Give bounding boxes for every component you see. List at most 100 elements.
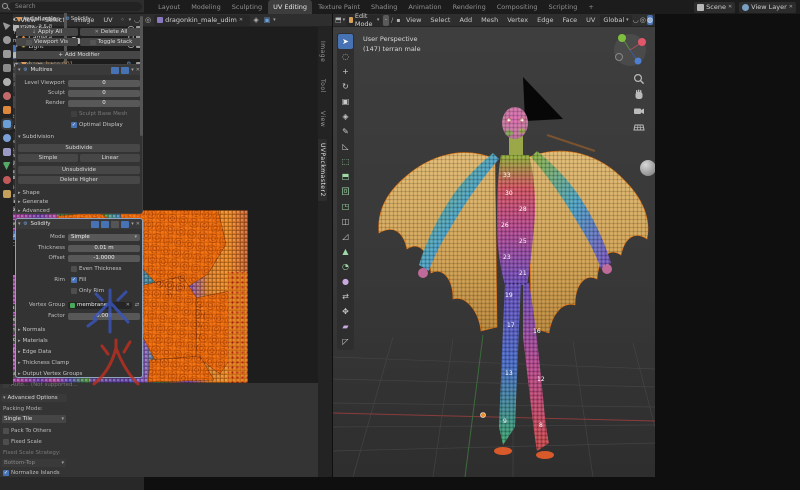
advanced-options-header[interactable]: ▾Advanced Options [1,394,67,402]
unlink-scene-icon[interactable]: ✕ [728,5,732,10]
subdivide-button[interactable]: Subdivide [18,144,140,152]
tab-modifiers[interactable] [3,120,11,128]
vp-menu-vertex[interactable]: Vertex [503,16,532,24]
image-datablock-selector[interactable]: dragonkin_male_udim ✕ [154,15,250,26]
spin-tool[interactable]: ◔ [338,259,353,274]
multires-header[interactable]: ▾ ⚙ Multires ▾ ✕ [16,65,142,75]
sidebar-tab-image[interactable]: Image [318,37,327,66]
workspace-tab-modeling[interactable]: Modeling [186,0,226,14]
perspective-toggle-icon[interactable] [633,121,645,133]
normals-section[interactable]: ▸Normals [18,326,140,334]
proportional-editing-icon[interactable]: ◎ [143,15,153,25]
properties-scrollbar[interactable] [140,16,143,136]
only-rim-checkbox[interactable]: Only Rim [68,288,104,294]
vp-menu-uv[interactable]: UV [582,16,599,24]
edge-slide-tool[interactable]: ⇄ [338,289,353,304]
subdivide-simple-button[interactable]: Simple [18,154,78,162]
packing-mode-dropdown[interactable]: Single Tile▾ [2,415,66,423]
poly-build-tool[interactable]: ▲ [338,244,353,259]
render-level-field[interactable]: 0 [68,100,140,107]
extras-menu-icon[interactable]: ▾ [131,68,134,73]
rip-region-tool[interactable]: ◸ [338,334,353,349]
display-viewport-toggle[interactable] [111,67,119,74]
transform-tool[interactable]: ◈ [338,109,353,124]
vertex-group-field[interactable]: membrane ✕ [68,302,132,309]
tab-output[interactable] [3,50,11,58]
cursor-tool[interactable]: ◌ [338,49,353,64]
realtime-toggle[interactable] [101,221,109,228]
tab-physics[interactable] [3,134,11,142]
zoom-icon[interactable] [633,73,645,85]
offset-field[interactable]: -1.0000 [68,255,140,262]
breadcrumb-object[interactable]: terran male [24,16,56,22]
vp-menu-edge[interactable]: Edge [533,16,557,24]
shape-section[interactable]: ▸Shape [18,189,140,197]
thickness-field[interactable]: 0.01 m [68,245,140,252]
workspace-tab-uv-editing[interactable]: UV Editing [268,0,312,14]
invert-vertex-group-icon[interactable]: ⇄ [134,302,140,308]
pack-to-others-checkbox[interactable]: Pack To Others [0,428,51,434]
display-viewport-toggle[interactable] [111,221,119,228]
mode-dropdown[interactable]: Simple▾ [68,234,140,241]
apply-all-button[interactable]: ↓Apply All [16,28,78,36]
fixed-scale-checkbox[interactable]: Fixed Scale [0,439,42,445]
sidebar-tab-view[interactable]: View [318,107,327,131]
thickness-clamp-section[interactable]: ▸Thickness Clamp [18,359,140,367]
vp-menu-add[interactable]: Add [455,16,476,24]
level-viewport-field[interactable]: 0 [68,80,140,87]
navigation-gizmo[interactable] [613,33,647,67]
image-pin-icon[interactable]: ◈ [251,15,261,25]
workspace-tab-animation[interactable]: Animation [403,0,446,14]
rim-fill-checkbox[interactable]: ✓Fill [68,277,86,283]
image-settings-icon[interactable]: ▣ [262,15,272,25]
extras-menu-icon[interactable]: ▾ [131,222,134,227]
vp-menu-view[interactable]: View [402,16,425,24]
even-thickness-checkbox[interactable]: Even Thickness [68,266,122,272]
workspace-tab-scripting[interactable]: Scripting [544,0,583,14]
workspace-tab-sculpting[interactable]: Sculpting [227,0,267,14]
tweak-tool[interactable]: ➤ [338,34,353,49]
viewport-vis-button[interactable]: Viewport Vis [16,38,78,46]
tab-scene[interactable] [3,78,11,86]
tab-constraints[interactable] [3,148,11,156]
shrink-fatten-tool[interactable]: ✥ [338,304,353,319]
subdivision-section-header[interactable]: ▾Subdivision [18,133,140,141]
properties-search-input[interactable] [9,2,142,11]
shading-solid-icon[interactable]: ◍ [647,15,653,25]
tab-view-layer[interactable] [3,64,11,72]
workspace-tab-layout[interactable]: Layout [153,0,185,14]
smooth-tool[interactable]: ● [338,274,353,289]
tab-object[interactable] [3,106,11,114]
subdivide-linear-button[interactable]: Linear [80,154,140,162]
tab-tool[interactable] [3,22,11,30]
shear-tool[interactable]: ▰ [338,319,353,334]
add-cube-tool[interactable]: ⬚ [338,154,353,169]
sidebar-tab-uvpackmaster2[interactable]: UVPackmaster2 [318,139,327,201]
proportional-editing-icon[interactable]: ◎ [640,15,646,25]
bevel-tool[interactable]: ◳ [338,199,353,214]
remove-view-layer-icon[interactable]: ✕ [789,5,793,10]
mode-dropdown[interactable]: Edit Mode ▾ [346,15,382,26]
editor-type-3d-icon[interactable]: ⬒ [335,15,342,25]
materials-section[interactable]: ▸Materials [18,337,140,345]
transform-orientation-dropdown[interactable]: Global ▾ [600,15,631,26]
rotate-tool[interactable]: ↻ [338,79,353,94]
output-vertex-groups-section[interactable]: ▸Output Vertex Groups [18,370,140,378]
inset-faces-tool[interactable]: 回 [338,184,353,199]
breadcrumb-modifier[interactable]: Solidify [71,16,91,22]
select-mode-vertex-button[interactable]: · [383,15,388,26]
optimal-display-checkbox[interactable]: ✓Optimal Display [68,122,123,128]
snap-magnet-icon[interactable]: ◡ [633,15,639,25]
tab-render[interactable] [3,36,11,44]
tab-material[interactable] [3,176,11,184]
solidify-header[interactable]: ▾ ⚙ Solidify ▾ ✕ [16,219,142,229]
factor-field[interactable]: 0.000 [68,313,140,320]
knife-tool[interactable]: ◿ [338,229,353,244]
close-icon[interactable]: ✕ [136,222,140,227]
move-tool[interactable]: + [338,64,353,79]
delete-higher-button[interactable]: Delete Higher [18,176,140,184]
scale-tool[interactable]: ▣ [338,94,353,109]
workspace-tab-rendering[interactable]: Rendering [448,0,491,14]
workspace-tab-compositing[interactable]: Compositing [492,0,543,14]
select-mode-edge-button[interactable]: / [390,15,395,26]
